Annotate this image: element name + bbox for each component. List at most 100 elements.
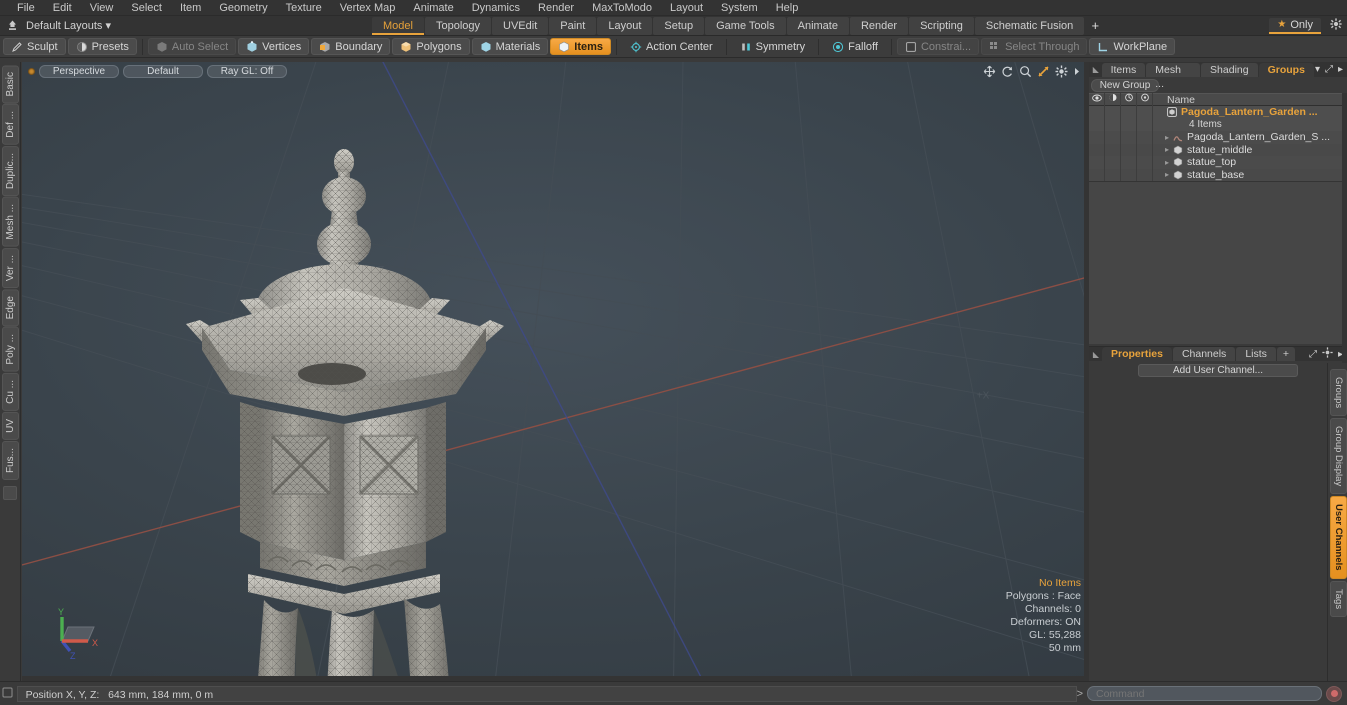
layout-tab-model[interactable]: Model bbox=[372, 16, 424, 35]
vertices-mode-button[interactable]: Vertices bbox=[238, 38, 310, 55]
visibility-eye-icon[interactable] bbox=[1089, 93, 1105, 106]
layout-tab-uvedit[interactable]: UVEdit bbox=[492, 16, 549, 35]
tree-row-group[interactable]: Pagoda_Lantern_Garden ... bbox=[1089, 106, 1347, 119]
boundary-mode-button[interactable]: Boundary bbox=[311, 38, 391, 55]
menu-item-layout[interactable]: Layout bbox=[661, 0, 712, 16]
left-tab-deform[interactable]: Def ... bbox=[2, 104, 19, 146]
viewport-menu-dot-icon[interactable] bbox=[28, 67, 35, 75]
side-tab-groups[interactable]: Groups bbox=[1330, 369, 1347, 417]
tree-row-item[interactable]: ▸ statue_top bbox=[1089, 156, 1347, 169]
tree-row-item[interactable]: ▸ statue_base bbox=[1089, 168, 1347, 181]
axis-gizmo[interactable]: Y Z X bbox=[48, 605, 104, 661]
menu-item-item[interactable]: Item bbox=[171, 0, 210, 16]
layout-tab-render[interactable]: Render bbox=[849, 16, 909, 35]
panel-tab-channels[interactable]: Channels bbox=[1172, 347, 1236, 361]
side-tab-group-display[interactable]: Group Display bbox=[1330, 418, 1347, 495]
left-tab-vertex[interactable]: Ver ... bbox=[2, 247, 19, 288]
layout-tab-setup[interactable]: Setup bbox=[653, 16, 705, 35]
menu-item-texture[interactable]: Texture bbox=[277, 0, 331, 16]
left-tab-uv[interactable]: UV bbox=[2, 411, 19, 440]
menu-item-edit[interactable]: Edit bbox=[44, 0, 81, 16]
menu-item-help[interactable]: Help bbox=[767, 0, 808, 16]
left-tab-duplic[interactable]: Duplic... bbox=[2, 146, 19, 197]
panel-tab-shading[interactable]: Shading bbox=[1201, 62, 1258, 77]
left-tab-polygon[interactable]: Poly ... bbox=[2, 327, 19, 372]
panel-tab-items[interactable]: Items bbox=[1101, 62, 1146, 77]
properties-expand-icon[interactable]: ⤢ bbox=[1309, 349, 1317, 360]
left-tab-mesh[interactable]: Mesh ... bbox=[2, 197, 19, 247]
viewport-raygl-dropdown[interactable]: Ray GL: Off bbox=[207, 64, 287, 78]
zoom-icon[interactable] bbox=[1019, 65, 1032, 78]
menu-item-select[interactable]: Select bbox=[122, 0, 171, 16]
move-icon[interactable] bbox=[983, 65, 996, 78]
tree-expand-arrow-icon[interactable]: ▸ bbox=[1165, 133, 1169, 142]
layout-tab-scripting[interactable]: Scripting bbox=[909, 16, 974, 35]
group-tree-scrollbar[interactable] bbox=[1342, 93, 1347, 368]
viewport-view-mode-dropdown[interactable]: Perspective bbox=[39, 64, 119, 78]
action-center-button[interactable]: Action Center bbox=[622, 38, 721, 55]
layout-tab-animate[interactable]: Animate bbox=[786, 16, 849, 35]
side-tab-user-channels[interactable]: User Channels bbox=[1330, 496, 1347, 579]
fit-view-icon[interactable] bbox=[1037, 65, 1050, 78]
left-tab-fusion[interactable]: Fus... bbox=[2, 440, 19, 480]
layout-tab-game-tools[interactable]: Game Tools bbox=[705, 16, 786, 35]
menu-item-file[interactable]: File bbox=[8, 0, 44, 16]
select-through-button[interactable]: Select Through bbox=[981, 38, 1088, 55]
shading-icon[interactable] bbox=[1105, 93, 1121, 106]
command-input[interactable] bbox=[1087, 686, 1322, 701]
viewport-more-arrow-icon[interactable] bbox=[1073, 65, 1081, 78]
menu-item-maxtomodo[interactable]: MaxToModo bbox=[583, 0, 661, 16]
left-tab-basic[interactable]: Basic bbox=[2, 65, 19, 104]
tree-row-item[interactable]: ▸ statue_middle bbox=[1089, 143, 1347, 156]
properties-collapse-arrow-icon[interactable]: ◣ bbox=[1091, 350, 1101, 359]
viewport-3d[interactable]: Z +X bbox=[22, 62, 1089, 681]
default-layouts-dropdown[interactable]: Default Layouts ▾ bbox=[20, 19, 117, 32]
panel-collapse-arrow-icon[interactable]: ◣ bbox=[1091, 65, 1101, 74]
layout-tab-schematic-fusion[interactable]: Schematic Fusion bbox=[974, 16, 1085, 35]
menu-item-view[interactable]: View bbox=[81, 0, 123, 16]
sculpt-button[interactable]: Sculpt bbox=[3, 38, 66, 55]
menu-item-render[interactable]: Render bbox=[529, 0, 583, 16]
left-strip-extra-button[interactable] bbox=[3, 485, 17, 500]
viewport-shading-dropdown[interactable]: Default bbox=[123, 64, 203, 78]
new-group-button[interactable]: New Group bbox=[1091, 79, 1159, 92]
pagoda-lantern-model[interactable] bbox=[164, 92, 524, 681]
menu-item-animate[interactable]: Animate bbox=[404, 0, 462, 16]
render-icon[interactable] bbox=[1121, 93, 1137, 106]
layout-settings-gear-icon[interactable] bbox=[1325, 18, 1347, 33]
materials-mode-button[interactable]: Materials bbox=[471, 38, 549, 55]
layout-tab-topology[interactable]: Topology bbox=[424, 16, 492, 35]
left-tab-edge[interactable]: Edge bbox=[2, 288, 19, 327]
panel-tab-dropdown-icon[interactable]: ▾ bbox=[1315, 64, 1320, 75]
workplane-button[interactable]: WorkPlane bbox=[1089, 38, 1176, 55]
menu-item-system[interactable]: System bbox=[712, 0, 767, 16]
items-mode-button[interactable]: Items bbox=[550, 38, 612, 55]
add-layout-tab-button[interactable]: + bbox=[1085, 18, 1105, 33]
lock-icon[interactable] bbox=[1137, 93, 1153, 106]
layout-tab-paint[interactable]: Paint bbox=[549, 16, 597, 35]
symmetry-button[interactable]: Symmetry bbox=[732, 38, 814, 55]
status-info-icon[interactable] bbox=[0, 687, 15, 701]
side-tab-tags[interactable]: Tags bbox=[1330, 580, 1347, 617]
menu-item-dynamics[interactable]: Dynamics bbox=[463, 0, 529, 16]
only-toggle-button[interactable]: ★ Only bbox=[1269, 17, 1321, 34]
tree-expand-arrow-icon[interactable]: ▸ bbox=[1165, 145, 1169, 154]
rotate-icon[interactable] bbox=[1001, 65, 1014, 78]
menu-item-geometry[interactable]: Geometry bbox=[210, 0, 276, 16]
group-tree-empty-space[interactable] bbox=[1089, 182, 1347, 344]
properties-settings-gear-icon[interactable] bbox=[1322, 347, 1333, 361]
constraint-button[interactable]: Constrai... bbox=[896, 38, 980, 55]
left-tab-curve[interactable]: Cu ... bbox=[2, 372, 19, 411]
record-macro-button[interactable] bbox=[1326, 685, 1342, 702]
panel-tab-properties[interactable]: Properties bbox=[1102, 347, 1172, 361]
presets-button[interactable]: Presets bbox=[67, 38, 137, 55]
panel-more-icon[interactable]: ▸ bbox=[1338, 64, 1343, 75]
menu-item-vertex-map[interactable]: Vertex Map bbox=[331, 0, 405, 16]
panel-expand-icon[interactable]: ⤢ bbox=[1325, 64, 1333, 75]
panel-tab-groups[interactable]: Groups bbox=[1258, 62, 1314, 77]
panel-tab-add[interactable]: + bbox=[1276, 347, 1296, 361]
tree-expand-arrow-icon[interactable]: ▸ bbox=[1165, 170, 1169, 179]
add-user-channel-button[interactable]: Add User Channel... bbox=[1138, 364, 1298, 377]
panel-tab-lists[interactable]: Lists bbox=[1236, 347, 1276, 361]
tree-expand-arrow-icon[interactable]: ▸ bbox=[1165, 158, 1169, 167]
